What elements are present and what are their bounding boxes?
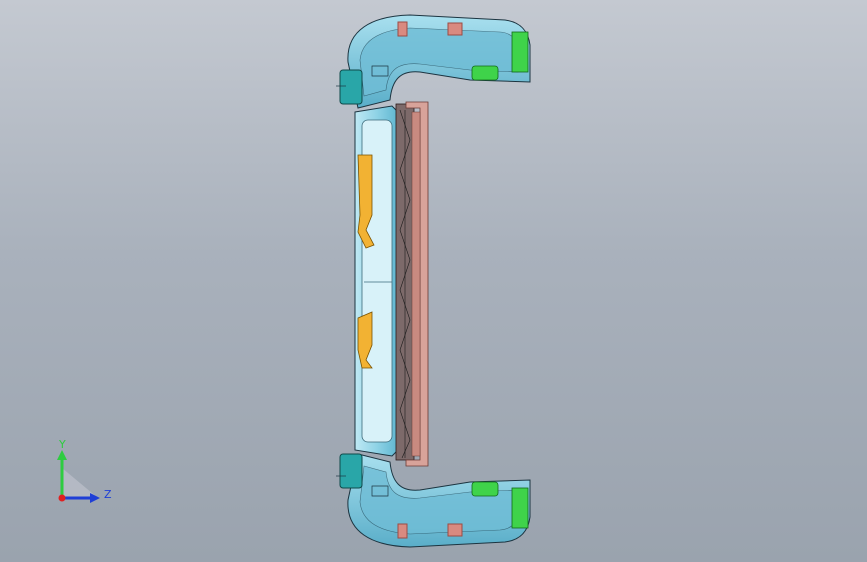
- teal-bracket-top: [339, 69, 363, 105]
- bumper-3d-model[interactable]: [0, 0, 867, 562]
- y-axis-label: Y: [58, 438, 66, 451]
- red-bracket-bottom-2: [447, 523, 463, 537]
- rail-inner: [411, 111, 421, 457]
- x-axis-origin: [58, 494, 66, 502]
- teal-bracket-bottom: [339, 453, 363, 489]
- graphics-viewport[interactable]: Y Z: [0, 0, 867, 562]
- red-bracket-bottom-1: [397, 523, 408, 539]
- view-orientation-triad: Y Z: [57, 438, 112, 503]
- top-arm-inner: [359, 27, 519, 97]
- bottom-arm-inner: [359, 465, 519, 535]
- z-axis-label: Z: [104, 488, 112, 501]
- red-bracket-top-2: [447, 22, 463, 36]
- red-bracket-top-1: [397, 21, 408, 37]
